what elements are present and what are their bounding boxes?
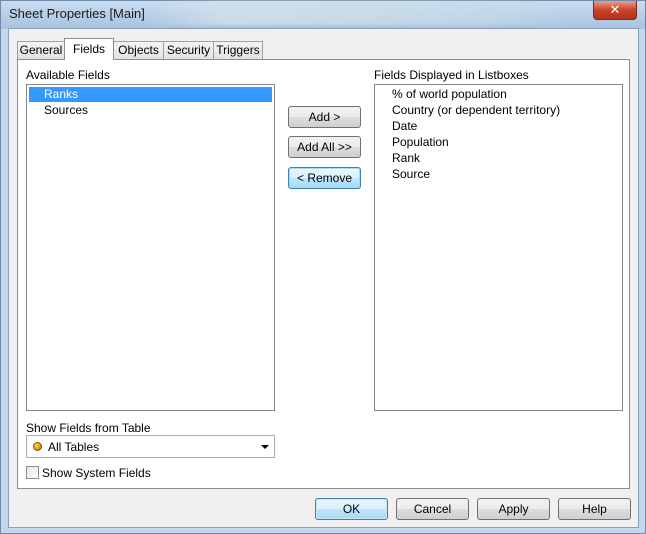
show-system-fields-label[interactable]: Show System Fields xyxy=(42,466,151,480)
help-button[interactable]: Help xyxy=(558,498,631,520)
available-fields-label: Available Fields xyxy=(26,68,110,82)
displayed-fields-list[interactable]: % of world population Country (or depend… xyxy=(374,84,623,411)
list-item[interactable]: Date xyxy=(377,119,417,134)
dialog-body: General Fields Objects Security Triggers… xyxy=(8,28,639,528)
tab-security[interactable]: Security xyxy=(163,41,214,59)
add-all-button[interactable]: Add All >> xyxy=(288,136,361,158)
show-fields-from-table-label: Show Fields from Table xyxy=(26,421,151,435)
displayed-fields-label: Fields Displayed in Listboxes xyxy=(374,68,529,82)
window-title: Sheet Properties [Main] xyxy=(9,6,145,21)
apply-button[interactable]: Apply xyxy=(477,498,550,520)
title-bar[interactable]: Sheet Properties [Main] ✕ xyxy=(1,1,645,27)
list-item[interactable]: Ranks xyxy=(29,87,272,102)
add-button[interactable]: Add > xyxy=(288,106,361,128)
ok-button[interactable]: OK xyxy=(315,498,388,520)
close-icon: ✕ xyxy=(609,2,621,17)
remove-button[interactable]: < Remove xyxy=(288,167,361,189)
tab-fields[interactable]: Fields xyxy=(64,38,114,60)
sheet-properties-dialog: Sheet Properties [Main] ✕ General Fields… xyxy=(0,0,646,534)
list-item[interactable]: Country (or dependent territory) xyxy=(377,103,560,118)
close-button[interactable]: ✕ xyxy=(593,1,637,20)
fields-tab-panel: Available Fields Ranks Sources Add > Add… xyxy=(17,59,630,489)
list-item[interactable]: % of world population xyxy=(377,87,507,102)
tab-general[interactable]: General xyxy=(17,41,65,59)
list-item[interactable]: Rank xyxy=(377,151,420,166)
available-fields-list[interactable]: Ranks Sources xyxy=(26,84,275,411)
tab-triggers[interactable]: Triggers xyxy=(213,41,263,59)
list-item[interactable]: Sources xyxy=(29,103,272,118)
show-fields-from-table-dropdown[interactable]: All Tables xyxy=(26,435,275,458)
cancel-button[interactable]: Cancel xyxy=(396,498,469,520)
title-bar-background xyxy=(141,1,581,25)
list-item[interactable]: Source xyxy=(377,167,430,182)
dropdown-value: All Tables xyxy=(48,440,100,454)
list-item[interactable]: Population xyxy=(377,135,449,150)
tab-objects[interactable]: Objects xyxy=(113,41,164,59)
table-circle-icon xyxy=(33,442,42,451)
chevron-down-icon xyxy=(261,445,269,449)
show-system-fields-checkbox[interactable] xyxy=(26,466,39,479)
